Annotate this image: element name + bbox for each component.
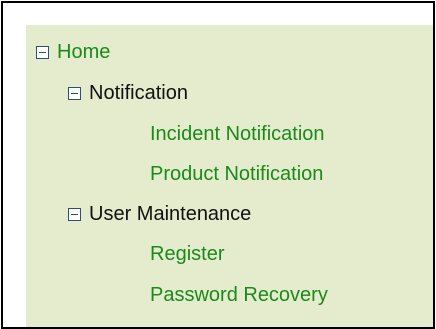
tree-panel: Home Notification Incident Notification … [26, 25, 433, 327]
tree-leaf-register[interactable]: Register [150, 242, 224, 266]
tree-node-label[interactable]: Notification [89, 81, 188, 105]
tree-node-user-maintenance[interactable]: User Maintenance [68, 202, 251, 226]
tree-leaf-incident-notification[interactable]: Incident Notification [150, 122, 325, 146]
window-frame: Home Notification Incident Notification … [1, 1, 435, 329]
tree-node-notification[interactable]: Notification [68, 81, 188, 105]
collapse-icon[interactable] [68, 207, 81, 221]
collapse-icon[interactable] [36, 45, 49, 59]
tree-link[interactable]: Register [150, 242, 224, 266]
tree-link[interactable]: Product Notification [150, 162, 323, 186]
tree-node-label[interactable]: User Maintenance [89, 202, 251, 226]
tree-leaf-password-recovery[interactable]: Password Recovery [150, 283, 328, 307]
tree-leaf-product-notification[interactable]: Product Notification [150, 162, 323, 186]
collapse-icon[interactable] [68, 86, 81, 100]
tree-link[interactable]: Incident Notification [150, 122, 325, 146]
tree-node-home[interactable]: Home [36, 40, 110, 64]
tree-link[interactable]: Password Recovery [150, 283, 328, 307]
tree-node-label[interactable]: Home [57, 40, 110, 64]
